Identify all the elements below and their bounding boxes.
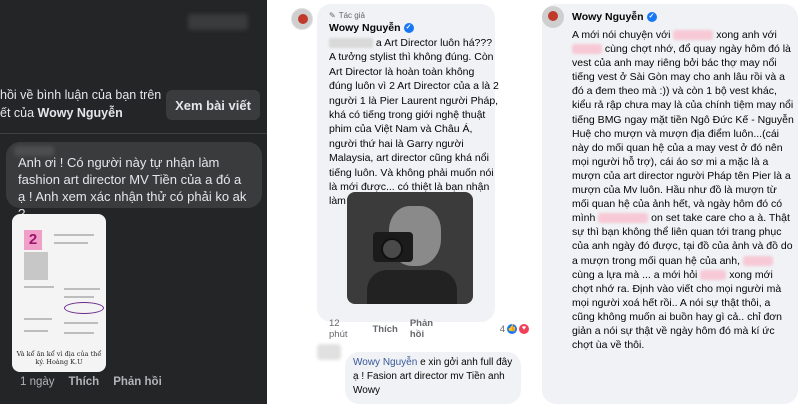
comment-meta: 12 phút Thích Phản hồi 4 👍 ♥ [329, 318, 529, 340]
photo-body [367, 270, 457, 304]
panel-long-comment: Wowy Nguyễn ✓ A mới nói chuyện với xong … [534, 0, 800, 404]
blurred-commenter-name [14, 146, 54, 156]
thumbnail-line [54, 242, 88, 244]
thumbnail-photo [24, 252, 48, 280]
thumbnail-caption: Và kể ăn kể vì địa của thể ký. Hoàng K.U [16, 350, 102, 366]
thumbnail-line [64, 296, 94, 298]
comment-seg-2: xong anh với [713, 29, 777, 41]
reaction-summary[interactable]: 4 👍 ♥ [500, 324, 529, 335]
reply-card: Wowy Nguyễn e xin gởi anh full đây ạ ! F… [345, 352, 521, 404]
redacted-name [572, 44, 602, 55]
comment-time: 12 phút [329, 318, 348, 340]
comment-text: Anh ơi ! Có người này tự nhận làm fashio… [18, 155, 247, 221]
author-name[interactable]: Wowy Nguyễn ✓ [329, 22, 414, 34]
highlight-circle [64, 302, 104, 314]
notice-line-2: ết của Wowy Nguyễn [0, 104, 170, 122]
attached-image[interactable]: 2 Và kể ăn kể vì địa của thể ký. Hoàng K… [12, 214, 106, 372]
reply-button[interactable]: Phản hồi [113, 376, 162, 388]
notice-line-1: hồi về bình luận của bạn trên [0, 88, 162, 102]
verified-icon: ✓ [646, 12, 657, 22]
reply-notice: hồi về bình luận của bạn trên ết của Wow… [0, 86, 170, 122]
divider [0, 133, 267, 134]
thumbnail-line [24, 318, 52, 320]
blurred-reply-avatar [317, 344, 341, 360]
author-tag: ✎ Tác giả [329, 11, 365, 20]
reply-mention[interactable]: Wowy Nguyễn [353, 357, 417, 368]
blurred-header [188, 14, 248, 30]
panel-author-comment: ✎ Tác giả Wowy Nguyễn ✓ a Art Director l… [267, 0, 534, 404]
thumbnail-line [24, 286, 54, 288]
redacted-name [742, 255, 773, 266]
author-tag-label: Tác giả [338, 11, 365, 20]
redacted-name [700, 269, 727, 280]
camera-icon [373, 232, 413, 262]
comment-body: a Art Director luôn há??? A tưởng stylis… [329, 37, 499, 208]
thumbnail-line [24, 330, 48, 332]
comment-text: a Art Director luôn há??? A tưởng stylis… [329, 36, 499, 209]
verified-icon: ✓ [403, 23, 414, 33]
pencil-icon: ✎ [329, 11, 336, 20]
author-name-text: Wowy Nguyễn [572, 11, 644, 23]
comment-seg-5: cùng a lựa mà ... a mới hỏi [572, 268, 701, 281]
redacted-text [329, 38, 373, 49]
love-reaction-icon: ♥ [519, 324, 529, 334]
avatar[interactable] [291, 8, 313, 30]
thumbnail-line [64, 288, 100, 290]
like-button[interactable]: Thích [69, 376, 100, 388]
thumbnail-line [54, 234, 94, 236]
redacted-name [598, 213, 649, 224]
like-reaction-icon: 👍 [507, 324, 517, 334]
reaction-count: 4 [499, 323, 505, 335]
comment-time: 1 ngày [20, 376, 55, 388]
notice-author[interactable]: Wowy Nguyễn [38, 106, 123, 120]
view-post-button[interactable]: Xem bài viết [166, 90, 260, 120]
comment-actions: 1 ngày Thích Phản hồi [20, 376, 162, 388]
author-name-text: Wowy Nguyễn [329, 22, 401, 34]
thumbnail-line [64, 332, 94, 334]
attached-photo[interactable] [347, 192, 473, 304]
like-button[interactable]: Thích [373, 324, 398, 335]
redacted-name [673, 30, 714, 41]
thumbnail-badge: 2 [24, 230, 42, 250]
comment-seg-1: A mới nói chuyện với [572, 29, 674, 41]
comment-text: A mới nói chuyện với xong anh với cùng c… [572, 28, 796, 352]
comment-seg-3: cùng chợt nhớ, đổ quay ngày hôm đó là ve… [572, 43, 794, 225]
thumbnail-line [64, 322, 98, 324]
panel-dark-notification: hồi về bình luận của bạn trên ết của Wow… [0, 0, 267, 404]
reply-text: Wowy Nguyễn e xin gởi anh full đây ạ ! F… [353, 356, 513, 398]
avatar[interactable] [542, 6, 564, 28]
author-name[interactable]: Wowy Nguyễn ✓ [572, 11, 657, 23]
notice-prefix: ết của [0, 106, 38, 120]
reply-button[interactable]: Phản hồi [410, 318, 450, 340]
